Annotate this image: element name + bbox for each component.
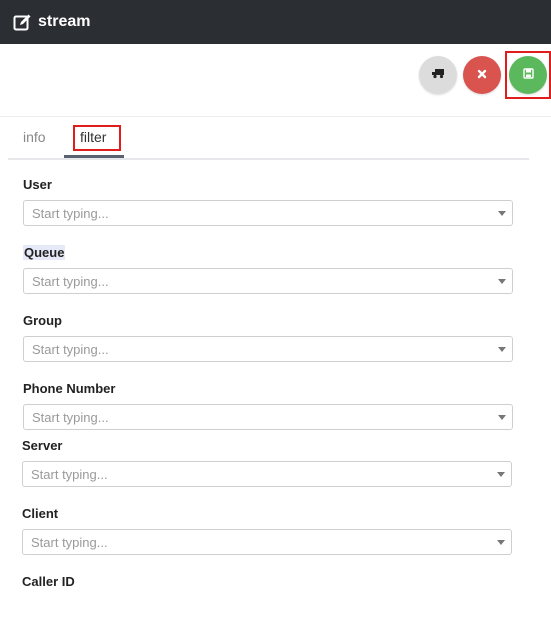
client-label: Client — [22, 506, 59, 521]
group-select[interactable]: Start typing... — [23, 336, 513, 362]
client-placeholder: Start typing... — [31, 534, 108, 550]
close-icon — [477, 66, 487, 84]
phone-number-label: Phone Number — [23, 381, 116, 396]
action-toolbar — [0, 44, 551, 117]
filter-highlight-box — [73, 125, 121, 151]
caller-id-label: Caller ID — [22, 574, 75, 589]
queue-select[interactable]: Start typing... — [23, 268, 513, 294]
chevron-down-icon — [498, 414, 506, 420]
queue-label: Queue — [23, 245, 66, 260]
top-bar: stream — [0, 0, 551, 44]
server-placeholder: Start typing... — [31, 466, 108, 482]
chevron-down-icon — [497, 539, 505, 545]
server-label: Server — [22, 438, 63, 453]
page-title: stream — [38, 13, 91, 30]
client-select[interactable]: Start typing... — [22, 529, 512, 555]
truck-button[interactable] — [419, 56, 457, 94]
edit-icon — [13, 13, 32, 32]
phone-number-select[interactable]: Start typing... — [23, 404, 513, 430]
queue-placeholder: Start typing... — [32, 273, 109, 289]
chevron-down-icon — [498, 346, 506, 352]
save-highlight-box — [505, 51, 551, 99]
chevron-down-icon — [498, 278, 506, 284]
user-placeholder: Start typing... — [32, 205, 109, 221]
group-placeholder: Start typing... — [32, 341, 109, 357]
user-select[interactable]: Start typing... — [23, 200, 513, 226]
cancel-button[interactable] — [463, 56, 501, 94]
server-select[interactable]: Start typing... — [22, 461, 512, 487]
chevron-down-icon — [498, 210, 506, 216]
phone-number-placeholder: Start typing... — [32, 409, 109, 425]
tab-bar: info filter — [8, 117, 529, 160]
active-tab-indicator — [64, 155, 124, 158]
truck-icon — [431, 66, 445, 84]
tab-info[interactable]: info — [23, 127, 46, 147]
chevron-down-icon — [497, 471, 505, 477]
group-label: Group — [23, 313, 62, 328]
user-label: User — [23, 177, 52, 192]
